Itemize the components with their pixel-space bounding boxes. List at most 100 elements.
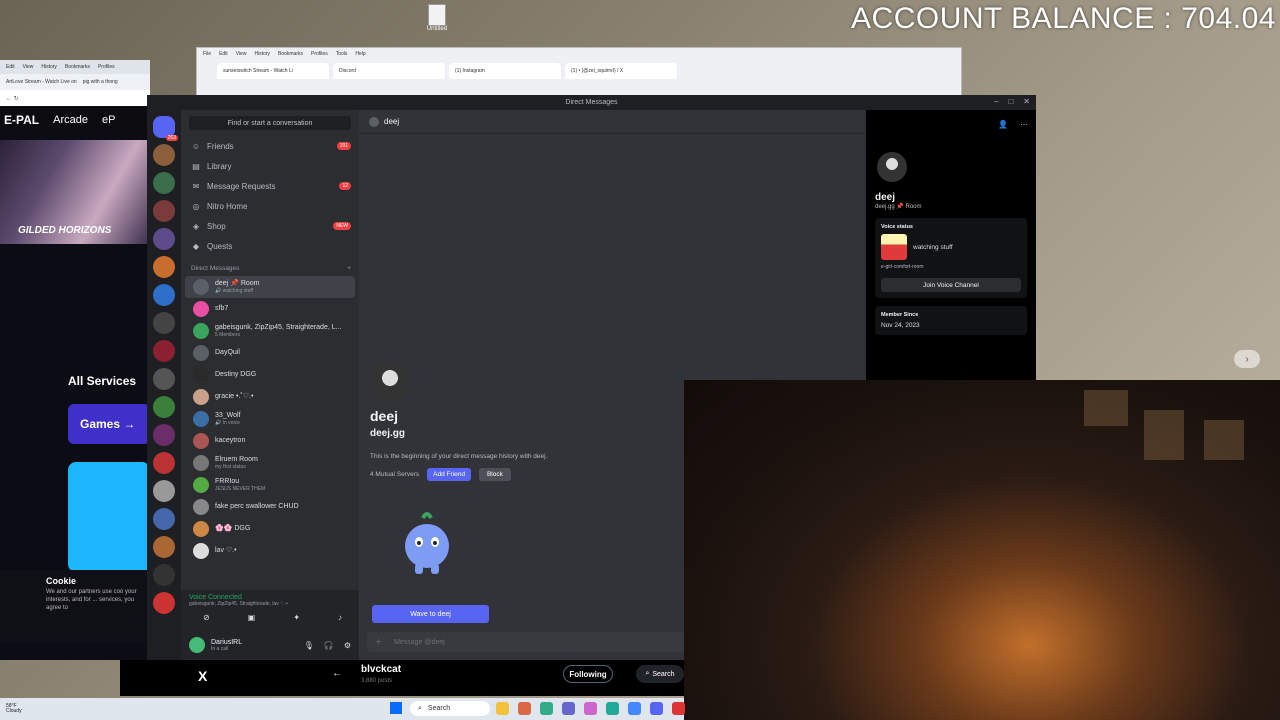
tab-discord[interactable]: Discord [333, 63, 445, 79]
nav-friends[interactable]: ☺ Friends 191 [181, 136, 359, 156]
menu-history[interactable]: History [41, 64, 57, 70]
tab-kick[interactable]: sunsetswitch Stream - Watch Li [217, 63, 329, 79]
server-icon[interactable] [153, 564, 175, 586]
server-icon[interactable] [153, 144, 175, 166]
desktop-file-icon[interactable]: Untitled [424, 4, 450, 32]
find-conversation-input[interactable]: Find or start a conversation [189, 116, 351, 130]
add-dm-icon[interactable]: + [347, 265, 351, 272]
server-icon[interactable] [153, 480, 175, 502]
headphones-icon[interactable]: 🎧 [324, 641, 334, 650]
close-icon[interactable]: ✕ [1023, 97, 1030, 106]
app-icon[interactable] [628, 702, 641, 715]
server-icon[interactable] [153, 368, 175, 390]
games-button[interactable]: Games → [68, 404, 150, 444]
dm-item[interactable]: Destiny DGG [185, 364, 355, 386]
nav-shop[interactable]: ◈ Shop NEW [181, 216, 359, 236]
windows-start-icon[interactable] [390, 702, 402, 714]
wave-button[interactable]: Wave to deej [372, 605, 489, 623]
app-icon[interactable] [584, 702, 597, 715]
nav-arcade[interactable]: Arcade [53, 114, 88, 126]
mutual-servers[interactable]: 4 Mutual Servers [370, 471, 419, 478]
dm-item[interactable]: Elruem Room my first status [185, 452, 355, 474]
discord-icon[interactable] [650, 702, 663, 715]
weather-widget[interactable]: 58°F Cloudy [0, 703, 22, 715]
server-icon[interactable] [153, 396, 175, 418]
epal-logo[interactable]: E-PAL [4, 113, 39, 127]
settings-gear-icon[interactable]: ⚙ [344, 641, 351, 650]
user-avatar[interactable] [189, 637, 205, 653]
dm-item[interactable]: sfb7 [185, 298, 355, 320]
following-button[interactable]: Following [563, 665, 613, 683]
server-icon[interactable] [153, 172, 175, 194]
nav-ep[interactable]: eP [102, 114, 115, 126]
home-button[interactable]: 263 [153, 116, 178, 141]
tab-artlove[interactable]: ArtLove Stream - Watch Live on [6, 79, 77, 85]
epal-address-bar[interactable]: ← ↻ [0, 90, 150, 106]
dm-item[interactable]: fake perc swallower CHUD [185, 496, 355, 518]
server-icon[interactable] [153, 228, 175, 250]
server-icon[interactable] [153, 424, 175, 446]
dm-item[interactable]: lav ♡.• [185, 540, 355, 562]
menu-edit[interactable]: Edit [6, 64, 15, 70]
dm-item[interactable]: kaceytron [185, 430, 355, 452]
server-icon[interactable] [153, 340, 175, 362]
server-icon[interactable] [153, 452, 175, 474]
server-icon[interactable] [153, 200, 175, 222]
nav-nitro-home[interactable]: ◎ Nitro Home [181, 196, 359, 216]
nav-quests[interactable]: ◆ Quests [181, 236, 359, 256]
nav-library[interactable]: ▤ Library [181, 156, 359, 176]
maximize-icon[interactable]: □ [1008, 97, 1013, 106]
menu-help[interactable]: Help [355, 51, 365, 57]
join-voice-channel-button[interactable]: Join Voice Channel [881, 278, 1021, 292]
profile-avatar[interactable] [875, 150, 909, 184]
taskbar-search[interactable]: ⌕ Search [410, 701, 490, 716]
voice-status[interactable]: Voice Connected [189, 594, 351, 601]
minimize-icon[interactable]: – [994, 97, 998, 106]
soundboard-icon[interactable]: ♪ [338, 613, 342, 622]
menu-bookmarks[interactable]: Bookmarks [65, 64, 90, 70]
menu-history[interactable]: History [254, 51, 270, 57]
server-icon[interactable] [153, 508, 175, 530]
menu-edit[interactable]: Edit [219, 51, 228, 57]
dm-item[interactable]: FRRIou JESUS NEVER THEM [185, 474, 355, 496]
back-arrow-icon[interactable]: ← [332, 668, 342, 679]
menu-tools[interactable]: Tools [336, 51, 348, 57]
tab-instagram[interactable]: (1) Instagram [449, 63, 561, 79]
dm-item[interactable]: gabeisgunk, ZipZip45, Straighterade, L..… [185, 320, 355, 342]
server-icon[interactable] [153, 592, 175, 614]
opera-icon[interactable] [672, 702, 685, 715]
add-attachment-icon[interactable]: ＋ [375, 637, 382, 647]
dm-item[interactable]: 🌸🌸 DGG [185, 518, 355, 540]
menu-bookmarks[interactable]: Bookmarks [278, 51, 303, 57]
dm-item[interactable]: 33_Wolf 🔊 In voice [185, 408, 355, 430]
dm-item[interactable]: DayQuil [185, 342, 355, 364]
next-arrow-button[interactable]: › [1234, 350, 1260, 368]
camera-off-icon[interactable]: ⊘ [203, 613, 210, 622]
activities-icon[interactable]: ✦ [293, 613, 300, 622]
nav-message-requests[interactable]: ✉ Message Requests 12 [181, 176, 359, 196]
file-explorer-icon[interactable] [496, 702, 509, 715]
menu-view[interactable]: View [236, 51, 247, 57]
dm-item[interactable]: deej 📌 Room 🔊 watching stuff [185, 276, 355, 298]
x-logo-icon[interactable]: X [198, 668, 207, 684]
edge-icon[interactable] [606, 702, 619, 715]
menu-file[interactable]: File [203, 51, 211, 57]
x-search-button[interactable]: ⌕ Search [636, 665, 684, 683]
app-icon[interactable] [518, 702, 531, 715]
add-friend-icon[interactable]: 👤 [998, 120, 1008, 150]
more-options-icon[interactable]: ⋯ [1020, 120, 1028, 150]
tab-x[interactable]: (1) • (@zei_squirrel) / X [565, 63, 677, 79]
server-icon[interactable] [153, 256, 175, 278]
screen-share-icon[interactable]: ▣ [248, 613, 256, 622]
server-icon[interactable] [153, 284, 175, 306]
menu-view[interactable]: View [23, 64, 34, 70]
mic-icon[interactable]: 🎙 [304, 641, 314, 650]
epal-banner[interactable]: GILDED HORIZONS [0, 140, 150, 244]
menu-profiles[interactable]: Profiles [98, 64, 115, 70]
menu-profiles[interactable]: Profiles [311, 51, 328, 57]
server-icon[interactable] [153, 536, 175, 558]
app-icon[interactable] [562, 702, 575, 715]
tab-pig[interactable]: pig with a thong [83, 79, 118, 85]
chrome-icon[interactable] [540, 702, 553, 715]
dm-item[interactable]: gracie •.˚♡.• [185, 386, 355, 408]
